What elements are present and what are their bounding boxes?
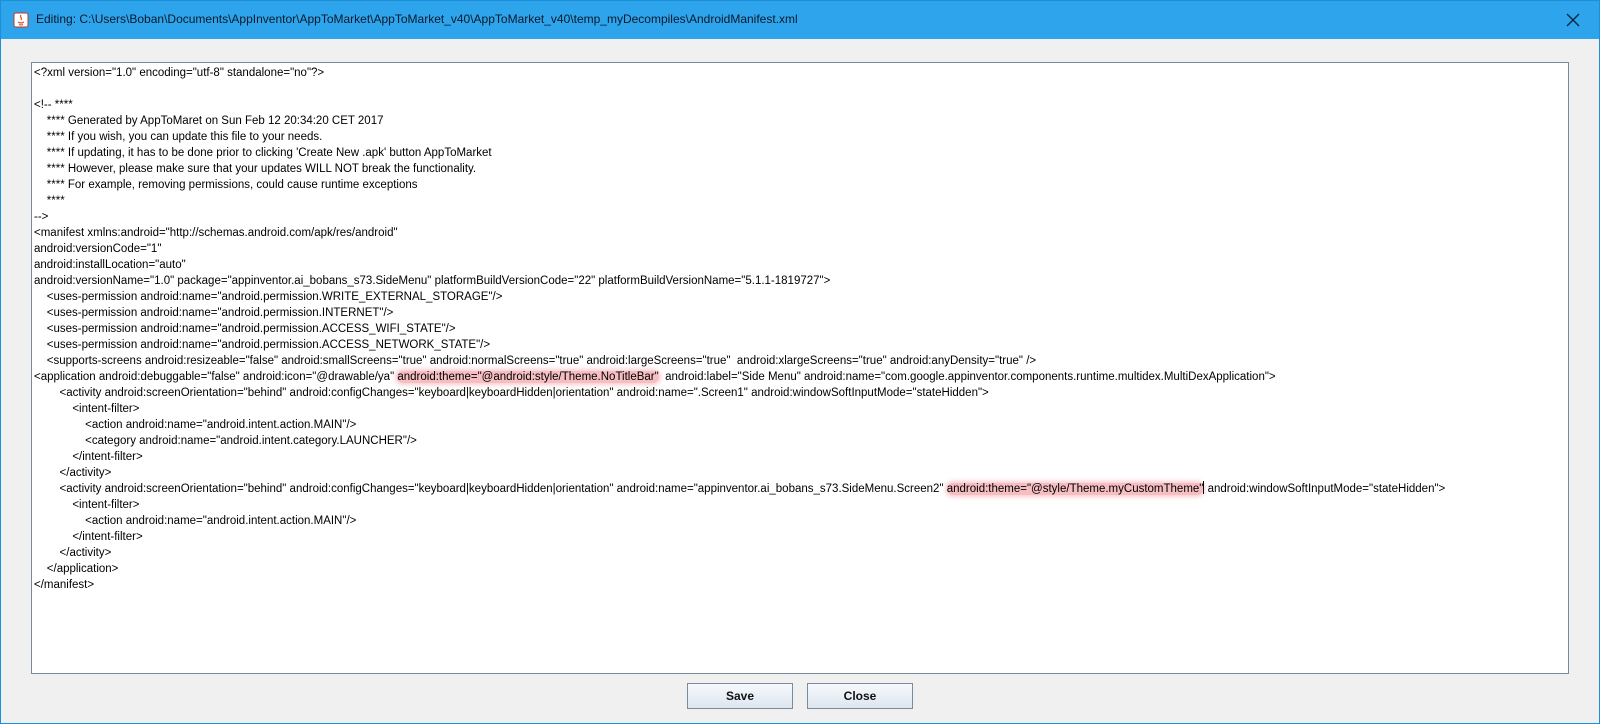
code-line: android:versionName="1.0" package="appin… [34, 275, 831, 287]
code-line: </manifest> [34, 579, 95, 591]
code-line: <supports-screens android:resizeable="fa… [34, 355, 1037, 367]
code-line: <uses-permission android:name="android.p… [34, 307, 394, 319]
code-line: **** However, please make sure that your… [34, 163, 477, 175]
code-line: </intent-filter> [34, 531, 143, 543]
code-line: </intent-filter> [34, 451, 143, 463]
window-title: Editing: C:\Users\Boban\Documents\AppInv… [36, 12, 798, 26]
close-button[interactable]: Close [807, 683, 913, 709]
highlighted-theme-attribute: android:theme="@style/Theme.myCustomThem… [946, 483, 1204, 495]
code-line: <action android:name="android.intent.act… [34, 419, 357, 431]
code-line: <uses-permission android:name="android.p… [34, 291, 503, 303]
code-line: **** If you wish, you can update this fi… [34, 131, 323, 143]
code-line: <intent-filter> [34, 403, 140, 415]
code-text: <activity android:screenOrientation="beh… [34, 483, 947, 495]
code-text: android:label="Side Menu" android:name="… [658, 371, 1276, 383]
close-icon[interactable] [1563, 10, 1583, 30]
code-text: <application android:debuggable="false" … [34, 371, 398, 383]
code-line: <action android:name="android.intent.act… [34, 515, 357, 527]
save-button[interactable]: Save [687, 683, 793, 709]
code-line: <category android:name="android.intent.c… [34, 435, 417, 447]
code-line: </activity> [34, 467, 112, 479]
code-line: <activity android:screenOrientation="beh… [34, 387, 989, 399]
code-line: <uses-permission android:name="android.p… [34, 339, 491, 351]
code-line: </activity> [34, 547, 112, 559]
code-line: <uses-permission android:name="android.p… [34, 323, 456, 335]
code-line: <?xml version="1.0" encoding="utf-8" sta… [34, 67, 325, 79]
editor-dialog: Editing: C:\Users\Boban\Documents\AppInv… [0, 0, 1600, 724]
code-line: **** [34, 195, 65, 207]
code-line: <application android:debuggable="false" … [34, 369, 1276, 385]
code-line: **** Generated by AppToMaret on Sun Feb … [34, 115, 384, 127]
code-line: android:versionCode="1" [34, 243, 162, 255]
code-text: android:windowSoftInputMode="stateHidden… [1204, 483, 1446, 495]
highlighted-theme-attribute: android:theme="@android:style/Theme.NoTi… [397, 371, 659, 383]
code-line: **** If updating, it has to be done prio… [34, 147, 492, 159]
java-app-icon [13, 12, 29, 28]
code-line: --> [34, 211, 49, 223]
code-line: </application> [34, 563, 119, 575]
code-line: <activity android:screenOrientation="beh… [34, 481, 1445, 497]
manifest-text-area[interactable]: <?xml version="1.0" encoding="utf-8" sta… [31, 62, 1569, 674]
code-line: **** For example, removing permissions, … [34, 179, 418, 191]
code-line: <manifest xmlns:android="http://schemas.… [34, 227, 398, 239]
title-bar[interactable]: Editing: C:\Users\Boban\Documents\AppInv… [1, 1, 1599, 39]
code-line: android:installLocation="auto" [34, 259, 186, 271]
code-line: <intent-filter> [34, 499, 140, 511]
code-line: <!-- **** [34, 99, 73, 111]
